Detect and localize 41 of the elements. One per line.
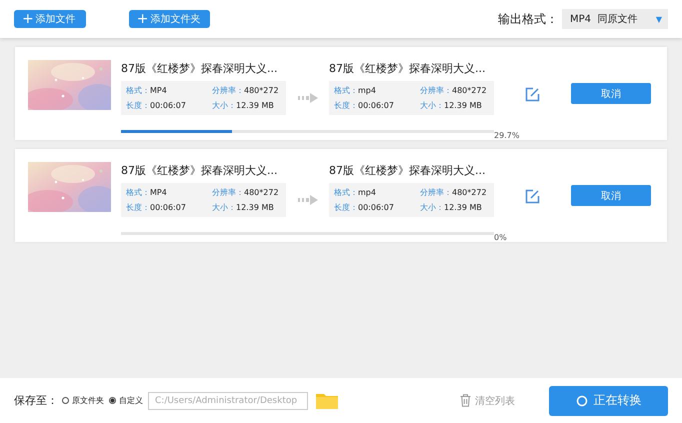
format-dropdown[interactable]: MP4 同原文件 ▼ [562, 9, 668, 29]
circle-icon [576, 394, 588, 406]
info-item: 分辨率：480*272 [212, 187, 280, 198]
cancel-button[interactable]: 取消 [571, 83, 651, 104]
video-title: 87版《红楼梦》探春深明大义... [329, 61, 486, 77]
arrow-icon [298, 195, 318, 205]
convert-button[interactable]: 正在转换 [549, 386, 668, 416]
edit-icon[interactable] [525, 189, 540, 204]
info-item: 大小：12.39 MB [420, 100, 483, 111]
folder-icon[interactable] [316, 392, 338, 409]
info-item: 大小：12.39 MB [212, 202, 275, 213]
trash-icon [460, 394, 471, 407]
video-title: 87版《红楼梦》探春深明大义... [121, 61, 278, 77]
info-item: 分辨率：480*272 [420, 85, 488, 96]
path-field[interactable]: C:/Users/Administrator/Desktop [148, 392, 308, 410]
progress-percent: 29.7% [494, 131, 519, 140]
progress-percent: 0% [494, 233, 508, 242]
add-button[interactable]: +添加文件 [14, 10, 86, 28]
info-item: 大小：12.39 MB [420, 202, 483, 213]
info-item: 分辨率：480*272 [212, 85, 280, 96]
info-item: 格式：mp4 [334, 85, 377, 96]
video-title: 87版《红楼梦》探春深明大义... [121, 163, 278, 179]
radio-option[interactable]: 自定义 [109, 395, 143, 406]
info-item: 长度：00:06:07 [126, 100, 187, 111]
clear-list-button[interactable]: 清空列表 [454, 392, 521, 408]
info-item: 长度：00:06:07 [334, 202, 395, 213]
info-item: 格式：MP4 [126, 187, 168, 198]
radio-option[interactable]: 原文件夹 [62, 395, 104, 406]
cancel-button[interactable]: 取消 [571, 185, 651, 206]
info-item: 格式：mp4 [334, 187, 377, 198]
video-title: 87版《红楼梦》探春深明大义... [329, 163, 486, 179]
info-item: 格式：MP4 [126, 85, 168, 96]
info-item: 大小：12.39 MB [212, 100, 275, 111]
save-to-label: 保存至： [14, 393, 58, 408]
info-item: 分辨率：480*272 [420, 187, 488, 198]
info-item: 长度：00:06:07 [334, 100, 395, 111]
arrow-icon [298, 93, 318, 103]
add-button[interactable]: +添加文件夹 [128, 10, 210, 28]
edit-icon[interactable] [525, 87, 540, 102]
output-format-label: 输出格式： [498, 10, 558, 28]
info-item: 长度：00:06:07 [126, 202, 187, 213]
